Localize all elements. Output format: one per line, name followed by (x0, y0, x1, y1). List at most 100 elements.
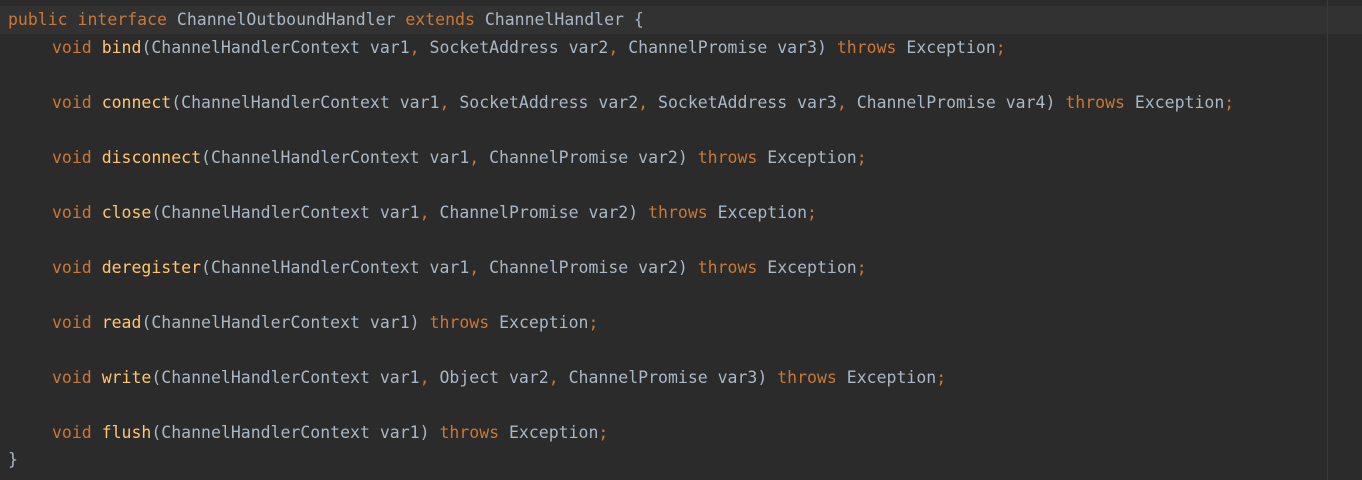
paren-open: ( (141, 313, 152, 332)
paren-open: ( (151, 423, 162, 442)
code-editor[interactable]: public interface ChannelOutboundHandler … (0, 0, 1362, 480)
return-type: void (52, 203, 92, 222)
paren-close: ) (816, 38, 827, 57)
paren-close: ) (419, 423, 430, 442)
exception-type: Exception (846, 368, 937, 387)
method-line-deregister: void deregister(ChannelHandlerContext va… (8, 256, 867, 280)
method-line-disconnect: void disconnect(ChannelHandlerContext va… (8, 146, 867, 170)
param-comma: , (419, 368, 430, 387)
semicolon: ; (856, 258, 867, 277)
parameter: ChannelHandlerContext var1 (161, 423, 420, 442)
paren-open: ( (151, 203, 162, 222)
keyword-throws: throws (648, 203, 708, 222)
paren-close: ) (677, 258, 688, 277)
method-name: bind (101, 38, 142, 57)
semicolon: ; (807, 203, 817, 222)
method-name: read (101, 313, 142, 332)
parameter: ChannelPromise var4 (856, 93, 1046, 112)
parameter: ChannelPromise var3 (568, 368, 758, 387)
parameter: ChannelHandlerContext var1 (151, 313, 410, 332)
exception-type: Exception (906, 38, 996, 57)
method-line-close: void close(ChannelHandlerContext var1, C… (8, 201, 817, 225)
return-type: void (52, 368, 92, 387)
keyword-throws: throws (697, 258, 758, 277)
interface-name: ChannelOutboundHandler (176, 10, 396, 29)
keyword-extends: extends (405, 10, 475, 29)
semicolon: ; (588, 313, 599, 332)
method-line-flush: void flush(ChannelHandlerContext var1) t… (8, 421, 608, 445)
param-comma: , (469, 258, 480, 277)
parameter: Object var2 (439, 368, 549, 387)
method-line-connect: void connect(ChannelHandlerContext var1,… (8, 91, 1234, 115)
keyword-throws: throws (777, 368, 837, 387)
parameter: ChannelPromise var3 (628, 38, 817, 57)
keyword-interface: interface (77, 10, 167, 29)
paren-open: ( (151, 368, 162, 387)
return-type: void (52, 148, 92, 167)
keyword-throws: throws (697, 148, 758, 167)
method-name: disconnect (101, 148, 202, 167)
exception-type: Exception (509, 423, 599, 442)
param-comma: , (608, 38, 619, 57)
parameter: ChannelHandlerContext var1 (161, 368, 420, 387)
interface-declaration-line: public interface ChannelOutboundHandler … (8, 8, 644, 32)
semicolon: ; (856, 148, 867, 167)
parameter: ChannelPromise var2 (489, 258, 678, 277)
paren-close: ) (1045, 93, 1056, 112)
paren-open: ( (201, 258, 211, 277)
exception-type: Exception (767, 148, 857, 167)
parameter: ChannelHandlerContext var1 (210, 148, 470, 167)
paren-open: ( (171, 93, 182, 112)
exception-type: Exception (767, 258, 857, 277)
paren-close: ) (757, 368, 768, 387)
open-brace: { (633, 10, 644, 29)
parameter: ChannelHandlerContext var1 (151, 38, 410, 57)
param-comma: , (409, 38, 420, 57)
semicolon: ; (1224, 93, 1235, 112)
return-type: void (52, 93, 92, 112)
param-comma: , (548, 368, 559, 387)
semicolon: ; (995, 38, 1006, 57)
exception-type: Exception (717, 203, 808, 222)
keyword-throws: throws (439, 423, 500, 442)
method-name: flush (101, 423, 152, 442)
param-comma: , (836, 93, 847, 112)
keyword-public: public (8, 10, 68, 29)
closing-brace-line: } (8, 448, 18, 472)
closing-brace: } (8, 450, 18, 469)
keyword-throws: throws (1065, 93, 1125, 112)
param-comma: , (469, 148, 480, 167)
paren-close: ) (628, 203, 639, 222)
parameter: SocketAddress var2 (459, 93, 639, 112)
right-margin-guide (1327, 0, 1328, 480)
param-comma: , (638, 93, 649, 112)
paren-close: ) (409, 313, 420, 332)
parameter: SocketAddress var3 (658, 93, 837, 112)
paren-open: ( (201, 148, 211, 167)
parameter: ChannelHandlerContext var1 (210, 258, 470, 277)
parameter: ChannelHandlerContext var1 (181, 93, 440, 112)
parameter: ChannelPromise var2 (439, 203, 629, 222)
keyword-throws: throws (429, 313, 490, 332)
method-name: connect (101, 93, 172, 112)
method-line-write: void write(ChannelHandlerContext var1, O… (8, 366, 946, 390)
method-line-read: void read(ChannelHandlerContext var1) th… (8, 311, 598, 335)
parameter: SocketAddress var2 (429, 38, 609, 57)
parent-interface-name: ChannelHandler (484, 10, 624, 29)
parameter: ChannelPromise var2 (489, 148, 678, 167)
method-name: close (101, 203, 152, 222)
return-type: void (52, 38, 92, 57)
parameter: ChannelHandlerContext var1 (161, 203, 420, 222)
semicolon: ; (936, 368, 947, 387)
return-type: void (52, 258, 92, 277)
param-comma: , (439, 93, 450, 112)
method-line-bind: void bind(ChannelHandlerContext var1, So… (8, 36, 1006, 60)
method-name: deregister (101, 258, 202, 277)
method-name: write (101, 368, 152, 387)
exception-type: Exception (499, 313, 589, 332)
exception-type: Exception (1134, 93, 1225, 112)
return-type: void (52, 423, 92, 442)
param-comma: , (419, 203, 430, 222)
semicolon: ; (598, 423, 609, 442)
paren-open: ( (141, 38, 152, 57)
